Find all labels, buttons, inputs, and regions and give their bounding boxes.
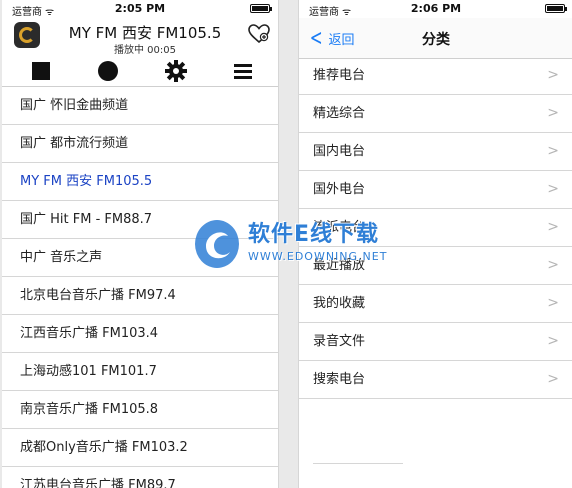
chevron-right-icon: >	[547, 181, 559, 197]
chevron-right-icon: >	[547, 143, 559, 159]
chevron-right-icon: >	[547, 295, 559, 311]
chevron-right-icon: >	[547, 257, 559, 273]
category-item[interactable]: 我的收藏 >	[299, 285, 572, 323]
chevron-left-icon: <	[309, 25, 323, 51]
heart-plus-icon	[248, 24, 270, 44]
now-playing-title: MY FM 西安 FM105.5	[68, 24, 222, 42]
category-item[interactable]: 推荐电台 >	[299, 57, 572, 95]
category-label: 国外电台	[313, 182, 366, 197]
station-item[interactable]: 北京电台音乐广播 FM97.4	[2, 277, 278, 315]
station-item[interactable]: 上海动感101 FM101.7	[2, 353, 278, 391]
category-label: 我的收藏	[313, 296, 366, 311]
record-icon	[98, 61, 118, 81]
station-list: 国广 怀旧金曲频道 国广 都市流行频道 MY FM 西安 FM105.5 国广 …	[2, 87, 278, 488]
status-time: 2:05 PM	[114, 2, 166, 15]
chevron-right-icon: >	[547, 105, 559, 121]
settings-button[interactable]	[165, 60, 187, 82]
settings-gear-icon	[165, 60, 187, 82]
right-phone-screen: 运营商 ᯤ 2:06 PM < 返回 分类 推荐电台 > 精选综合 > 国内电台 > 国…	[298, 0, 572, 488]
category-item[interactable]: 最近播放 >	[299, 247, 572, 285]
record-button[interactable]	[97, 60, 119, 82]
station-item[interactable]: 中广 音乐之声	[2, 239, 278, 277]
category-label: 最近播放	[313, 258, 366, 273]
category-item[interactable]: 搜索电台 >	[299, 361, 572, 399]
status-time: 2:06 PM	[410, 2, 462, 15]
favorite-heart-button[interactable]	[248, 24, 270, 44]
category-label: 精选综合	[313, 106, 366, 121]
category-label: 推荐电台	[313, 68, 366, 83]
battery-icon	[545, 4, 567, 13]
play-status: 播放中 00:05	[114, 45, 176, 56]
divider	[313, 463, 403, 464]
navigation-bar: < 返回 分类	[299, 18, 572, 59]
status-bar: 运营商 ᯤ 2:06 PM	[299, 0, 572, 18]
battery-icon	[250, 4, 272, 13]
station-item[interactable]: 国广 都市流行频道	[2, 125, 278, 163]
category-item[interactable]: 国外电台 >	[299, 171, 572, 209]
menu-button[interactable]	[232, 60, 254, 82]
station-item[interactable]: 成都Only音乐广播 FM103.2	[2, 429, 278, 467]
category-label: 流派电台	[313, 220, 366, 235]
chevron-right-icon: >	[547, 333, 559, 349]
category-item[interactable]: 录音文件 >	[299, 323, 572, 361]
category-label: 录音文件	[313, 334, 366, 349]
category-label: 国内电台	[313, 144, 366, 159]
station-item[interactable]: 江苏电台音乐广播 FM89.7	[2, 467, 278, 488]
back-label: 返回	[328, 33, 355, 48]
station-item[interactable]: 南京音乐广播 FM105.8	[2, 391, 278, 429]
category-list: 推荐电台 > 精选综合 > 国内电台 > 国外电台 > 流派电台 > 最近播放 > 我的收藏…	[299, 57, 572, 399]
category-item[interactable]: 国内电台 >	[299, 133, 572, 171]
stop-button[interactable]	[30, 60, 52, 82]
station-item[interactable]: 国广 Hit FM - FM88.7	[2, 201, 278, 239]
category-label: 搜索电台	[313, 372, 366, 387]
left-phone-screen: 运营商ᯤ 2:05 PM MY FM 西安 FM105.5 播放中 00:05	[2, 0, 279, 488]
category-item[interactable]: 流派电台 >	[299, 209, 572, 247]
category-item[interactable]: 精选综合 >	[299, 95, 572, 133]
player-controls	[2, 56, 278, 87]
station-item[interactable]: 国广 怀旧金曲频道	[2, 87, 278, 125]
chevron-right-icon: >	[547, 219, 559, 235]
app-logo-icon	[14, 22, 40, 48]
station-item-active[interactable]: MY FM 西安 FM105.5	[2, 163, 278, 201]
chevron-right-icon: >	[547, 67, 559, 83]
stop-icon	[32, 62, 50, 80]
back-button[interactable]: < 返回	[307, 25, 355, 51]
chevron-right-icon: >	[547, 371, 559, 387]
status-bar: 运营商 ᯤ 2:05 PM	[2, 0, 278, 18]
menu-icon	[234, 63, 252, 79]
station-item[interactable]: 江西音乐广播 FM103.4	[2, 315, 278, 353]
